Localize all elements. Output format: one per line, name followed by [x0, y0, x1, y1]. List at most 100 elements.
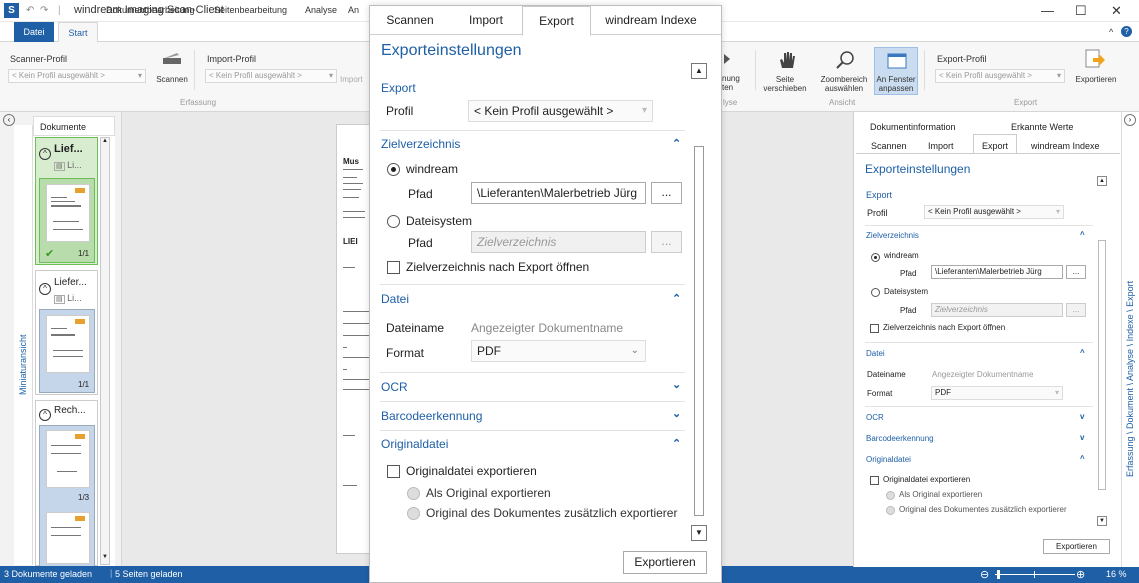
dialog-scroll-up-icon[interactable]: ▲: [691, 63, 707, 79]
browse-button[interactable]: ...: [651, 182, 682, 204]
panel-tab-scannen[interactable]: Scannen: [871, 141, 907, 151]
dialog-scrollbar[interactable]: [694, 146, 704, 516]
browse2-button[interactable]: ...: [651, 231, 682, 253]
scanner-profil-select[interactable]: < Kein Profil ausgewählt > ▾: [8, 69, 146, 83]
page-thumbnail[interactable]: 1/3: [39, 425, 95, 567]
miniaturansicht-bar[interactable]: Miniaturansicht: [14, 125, 33, 565]
panel-scrollbar[interactable]: [1098, 240, 1106, 490]
scannen-button[interactable]: Scannen: [155, 75, 189, 84]
chevron-up-icon[interactable]: ⌃: [672, 137, 681, 150]
exportieren-button[interactable]: Exportieren: [623, 551, 707, 574]
minimize-button[interactable]: —: [1041, 3, 1054, 18]
seite-verschieben-button[interactable]: Seite verschieben: [760, 75, 810, 93]
section-originaldatei[interactable]: Originaldatei: [381, 437, 448, 451]
panel-tab-export[interactable]: Export: [973, 134, 1017, 154]
tab-dokumente[interactable]: Dokumente: [33, 116, 115, 136]
zoombereich-button[interactable]: Zoombereich auswählen: [814, 75, 874, 93]
import-button[interactable]: Import: [340, 75, 370, 84]
panel-pfad2-input[interactable]: Zielverzeichnis: [931, 303, 1063, 317]
export-profil-select[interactable]: < Kein Profil ausgewählt > ▾: [935, 69, 1065, 83]
undo-icon[interactable]: ↶: [26, 5, 34, 16]
scroll-up-icon[interactable]: ▲: [101, 138, 109, 148]
profil-select[interactable]: < Kein Profil ausgewählt > ▾: [468, 100, 653, 122]
help-icon[interactable]: ?: [1121, 26, 1132, 37]
panel-browse2-button[interactable]: ...: [1066, 303, 1086, 317]
tab-dokumentinformation[interactable]: Dokumentinformation: [870, 122, 956, 132]
tab-analyse[interactable]: Analyse: [305, 5, 337, 15]
collapse-right-icon[interactable]: ›: [1124, 114, 1136, 126]
chevron-up-icon[interactable]: ⌃: [672, 437, 681, 450]
dialog-scroll-down-icon[interactable]: ▼: [691, 525, 707, 541]
open-after-export-checkbox[interactable]: [387, 261, 400, 274]
panel-browse-button[interactable]: ...: [1066, 265, 1086, 279]
panel-chevron-down-icon[interactable]: v: [1080, 433, 1084, 442]
an-fenster-button[interactable]: An Fenster anpassen: [874, 47, 918, 95]
tab-datei[interactable]: Datei: [14, 22, 54, 42]
section-barcode[interactable]: Barcodeerkennung: [381, 409, 482, 423]
panel-section-ocr[interactable]: OCR: [866, 413, 884, 422]
panel-open-after-export-checkbox[interactable]: [870, 324, 879, 333]
panel-radio-windream[interactable]: [871, 253, 880, 262]
radio-windream[interactable]: [387, 163, 400, 176]
section-zielverzeichnis[interactable]: Zielverzeichnis: [381, 137, 460, 151]
chevron-up-icon[interactable]: ⌃: [672, 292, 681, 305]
panel-scroll-up-icon[interactable]: ▲: [1097, 176, 1107, 186]
dialog-tab-scannen[interactable]: Scannen: [373, 6, 447, 35]
tab-erkannte-werte[interactable]: Erkannte Werte: [1011, 122, 1073, 132]
import-profil-select[interactable]: < Kein Profil ausgewählt > ▾: [205, 69, 337, 83]
chevron-down-icon[interactable]: ⌄: [672, 407, 681, 420]
page-thumbnail[interactable]: 1/1: [39, 309, 95, 393]
expand-icon[interactable]: ^: [39, 409, 51, 421]
dialog-tab-import[interactable]: Import: [450, 6, 522, 35]
panel-section-datei[interactable]: Datei: [866, 349, 885, 358]
tab-dokumentbearbeitung[interactable]: Dokumentbearbeitung: [106, 5, 195, 15]
panel-chevron-up-icon[interactable]: ^: [1080, 230, 1085, 239]
radio-dateisystem[interactable]: [387, 215, 400, 228]
zoom-in-icon[interactable]: ⊕: [1076, 568, 1085, 581]
tab-start[interactable]: Start: [58, 22, 98, 43]
zoom-slider[interactable]: [995, 574, 1075, 575]
scroll-down-icon[interactable]: ▼: [101, 554, 109, 564]
radio-als-original[interactable]: [407, 487, 420, 500]
pfad-input[interactable]: \Lieferanten\Malerbetrieb Jürg: [471, 182, 646, 204]
page-thumbnail[interactable]: ✔ 1/1: [39, 178, 95, 263]
panel-section-barcode[interactable]: Barcodeerkennung: [866, 434, 934, 443]
list-item[interactable]: ^ Lief... ▤ Li... ✔ 1/1: [35, 137, 98, 265]
panel-tab-windream-indexe[interactable]: windream Indexe: [1031, 141, 1100, 151]
pfad2-input[interactable]: Zielverzeichnis: [471, 231, 646, 253]
panel-profil-select[interactable]: < Kein Profil ausgewählt > ▾: [924, 205, 1064, 219]
panel-chevron-up-icon[interactable]: ^: [1080, 454, 1085, 463]
panel-exportieren-button[interactable]: Exportieren: [1043, 539, 1110, 554]
panel-pfad-input[interactable]: \Lieferanten\Malerbetrieb Jürg: [931, 265, 1063, 279]
redo-icon[interactable]: ↷: [40, 5, 48, 16]
format-select[interactable]: PDF ⌄: [471, 340, 646, 362]
maximize-button[interactable]: ☐: [1075, 3, 1087, 19]
section-ocr[interactable]: OCR: [381, 380, 408, 394]
panel-section-zielverzeichnis[interactable]: Zielverzeichnis: [866, 231, 919, 240]
panel-chevron-down-icon[interactable]: v: [1080, 412, 1084, 421]
tab-seitenbearbeitung[interactable]: Seitenbearbeitung: [214, 5, 287, 15]
panel-tab-import[interactable]: Import: [928, 141, 954, 151]
tab-an[interactable]: An: [348, 5, 359, 15]
list-item[interactable]: ^ Liefer... ▤ Li... 1/1: [35, 270, 98, 395]
close-button[interactable]: ✕: [1111, 3, 1122, 19]
list-item[interactable]: ^ Rech... 1/3: [35, 400, 98, 567]
panel-section-originaldatei[interactable]: Originaldatei: [866, 455, 911, 464]
thumbnail-scrollbar[interactable]: ▲ ▼: [100, 137, 110, 565]
expand-icon[interactable]: ^: [39, 148, 51, 160]
panel-scroll-down-icon[interactable]: ▼: [1097, 516, 1107, 526]
panel-originaldatei-checkbox[interactable]: [870, 476, 879, 485]
dialog-tab-windream-indexe[interactable]: windream Indexe: [592, 6, 710, 35]
originaldatei-checkbox[interactable]: [387, 465, 400, 478]
zoom-slider-thumb[interactable]: [997, 570, 1000, 579]
right-vertical-bar[interactable]: › Erfassung \ Dokument \ Analyse \ Index…: [1121, 112, 1139, 567]
collapse-ribbon-icon[interactable]: ^: [1109, 27, 1113, 37]
expand-icon[interactable]: ^: [39, 283, 51, 295]
chevron-down-icon[interactable]: ⌄: [672, 378, 681, 391]
section-datei[interactable]: Datei: [381, 292, 409, 306]
panel-format-select[interactable]: PDF ▾: [931, 386, 1063, 400]
radio-zusaetzlich[interactable]: [407, 507, 420, 520]
panel-radio-zusaetzlich[interactable]: [886, 506, 895, 515]
zoom-out-icon[interactable]: ⊖: [980, 568, 989, 581]
exportieren-ribbon-button[interactable]: Exportieren: [1070, 75, 1122, 84]
